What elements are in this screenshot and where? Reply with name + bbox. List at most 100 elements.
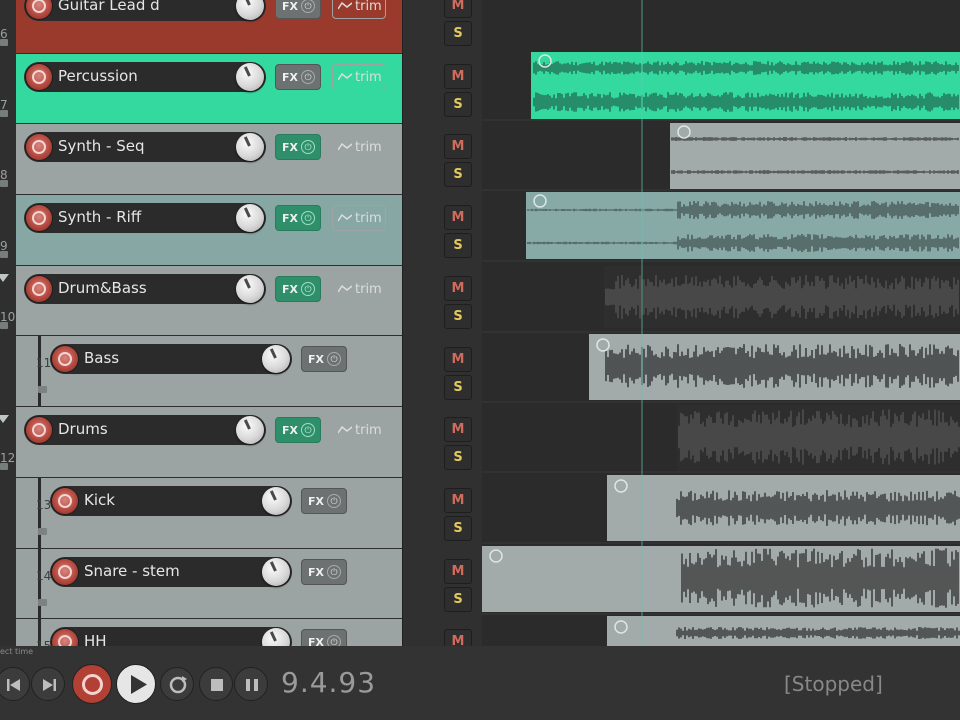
folder-collapse-icon[interactable] — [0, 273, 9, 282]
record-arm-icon[interactable] — [26, 205, 52, 232]
power-icon[interactable]: ⏻ — [301, 423, 315, 438]
mute-button[interactable]: M — [444, 0, 472, 18]
power-icon[interactable]: ⏻ — [327, 635, 341, 646]
stop-button[interactable] — [199, 667, 233, 701]
media-item[interactable] — [670, 123, 960, 189]
mute-button[interactable]: M — [444, 417, 472, 443]
track-name-bar[interactable]: Percussion — [24, 61, 266, 92]
solo-button[interactable]: S — [444, 515, 472, 541]
mute-button[interactable]: M — [444, 134, 472, 160]
volume-knob-icon[interactable] — [236, 274, 264, 303]
track-name-bar[interactable]: HH — [50, 627, 292, 646]
solo-button[interactable]: S — [444, 91, 472, 117]
power-icon[interactable]: ⏻ — [301, 281, 315, 296]
fx-button[interactable]: FX ⏻ — [301, 487, 347, 514]
mute-button[interactable]: M — [444, 275, 472, 301]
fx-button[interactable]: FX ⏻ — [275, 0, 321, 19]
record-arm-icon[interactable] — [52, 487, 78, 514]
arrange-view[interactable] — [482, 0, 960, 646]
track-name-bar[interactable]: Bass — [50, 344, 292, 375]
volume-knob-icon[interactable] — [262, 486, 290, 515]
volume-knob-icon[interactable] — [236, 204, 264, 233]
power-icon[interactable]: ⏻ — [301, 211, 315, 226]
power-icon[interactable]: ⏻ — [327, 493, 341, 508]
power-icon[interactable]: ⏻ — [301, 140, 315, 155]
record-arm-icon[interactable] — [26, 63, 52, 90]
track-name-bar[interactable]: Guitar Lead d — [24, 0, 266, 21]
power-icon[interactable]: ⏻ — [327, 352, 341, 367]
solo-button[interactable]: S — [444, 162, 472, 188]
trim-button[interactable]: trim — [332, 0, 386, 19]
solo-button[interactable]: S — [444, 586, 472, 612]
record-arm-icon[interactable] — [52, 629, 78, 646]
mute-button[interactable]: M — [444, 63, 472, 89]
trim-button[interactable]: trim — [332, 275, 386, 302]
time-display[interactable]: 9.4.93 — [281, 666, 376, 699]
fx-button[interactable]: FX ⏻ — [275, 134, 321, 161]
mute-button[interactable]: M — [444, 346, 472, 372]
track-row[interactable]: 13 Kick FX ⏻ — [0, 477, 402, 549]
skip-forward-button[interactable] — [31, 667, 65, 701]
record-arm-icon[interactable] — [26, 134, 52, 161]
track-row[interactable]: 8 Synth - Seq FX ⏻ trim — [0, 124, 402, 196]
track-row[interactable]: 12 Drums FX ⏻ trim — [0, 407, 402, 478]
volume-knob-icon[interactable] — [262, 557, 290, 586]
fx-button[interactable]: FX ⏻ — [275, 63, 321, 90]
track-name-bar[interactable]: Drum&Bass — [24, 273, 266, 304]
trim-button[interactable]: trim — [332, 205, 386, 232]
mute-button[interactable]: M — [444, 629, 472, 646]
track-row[interactable]: 15 HH FX⏻ — [0, 619, 402, 646]
track-row[interactable]: 7 Percussion FX ⏻ trim — [0, 53, 402, 125]
volume-knob-icon[interactable] — [262, 628, 290, 646]
record-arm-icon[interactable] — [26, 417, 52, 444]
pause-button[interactable] — [234, 667, 268, 701]
track-row[interactable]: 11 Bass FX ⏻ — [0, 336, 402, 408]
solo-button[interactable]: S — [444, 374, 472, 400]
volume-knob-icon[interactable] — [236, 62, 264, 91]
mute-button[interactable]: M — [444, 558, 472, 584]
mute-button[interactable]: M — [444, 487, 472, 513]
trim-button[interactable]: trim — [332, 417, 386, 444]
trim-button[interactable]: trim — [332, 134, 386, 161]
solo-button[interactable]: S — [444, 303, 472, 329]
mute-button[interactable]: M — [444, 205, 472, 231]
media-item[interactable] — [526, 192, 960, 259]
record-arm-icon[interactable] — [26, 275, 52, 302]
track-row[interactable]: 14 Snare - stem FX ⏻ — [0, 548, 402, 620]
track-name-bar[interactable]: Kick — [50, 485, 292, 516]
repeat-icon — [169, 676, 187, 694]
power-icon[interactable]: ⏻ — [301, 0, 315, 13]
track-row[interactable]: 6 Guitar Lead d FX ⏻ trim — [0, 0, 402, 54]
track-name-bar[interactable]: Synth - Riff — [24, 203, 266, 234]
power-icon[interactable]: ⏻ — [327, 564, 341, 579]
track-name-bar[interactable]: Synth - Seq — [24, 132, 266, 163]
record-arm-icon[interactable] — [52, 346, 78, 373]
record-arm-icon[interactable] — [26, 0, 52, 19]
track-name-bar[interactable]: Snare - stem — [50, 556, 292, 587]
track-row[interactable]: 10 Drum&Bass FX ⏻ trim — [0, 265, 402, 337]
record-button[interactable] — [72, 664, 112, 704]
play-button[interactable] — [116, 664, 156, 704]
volume-knob-icon[interactable] — [236, 133, 264, 162]
fx-button[interactable]: FX ⏻ — [275, 417, 321, 444]
fx-button[interactable]: FX ⏻ — [301, 346, 347, 373]
fx-button[interactable]: FX ⏻ — [275, 275, 321, 302]
folder-icon — [38, 386, 47, 394]
fx-button[interactable]: FX ⏻ — [301, 558, 347, 585]
folder-collapse-icon[interactable] — [0, 415, 9, 424]
track-row[interactable]: 9 Synth - Riff FX ⏻ trim — [0, 195, 402, 266]
volume-knob-icon[interactable] — [236, 416, 264, 445]
solo-button[interactable]: S — [444, 445, 472, 471]
fx-button[interactable]: FX ⏻ — [275, 205, 321, 232]
skip-back-button[interactable] — [0, 667, 30, 701]
repeat-button[interactable] — [160, 667, 194, 701]
volume-knob-icon[interactable] — [262, 345, 290, 374]
volume-knob-icon[interactable] — [236, 0, 264, 20]
record-arm-icon[interactable] — [52, 558, 78, 585]
power-icon[interactable]: ⏻ — [301, 69, 315, 84]
trim-button[interactable]: trim — [332, 63, 386, 90]
fx-button[interactable]: FX ⏻ — [301, 629, 347, 646]
solo-button[interactable]: S — [444, 233, 472, 259]
track-name-bar[interactable]: Drums — [24, 415, 266, 446]
solo-button[interactable]: S — [444, 21, 472, 46]
